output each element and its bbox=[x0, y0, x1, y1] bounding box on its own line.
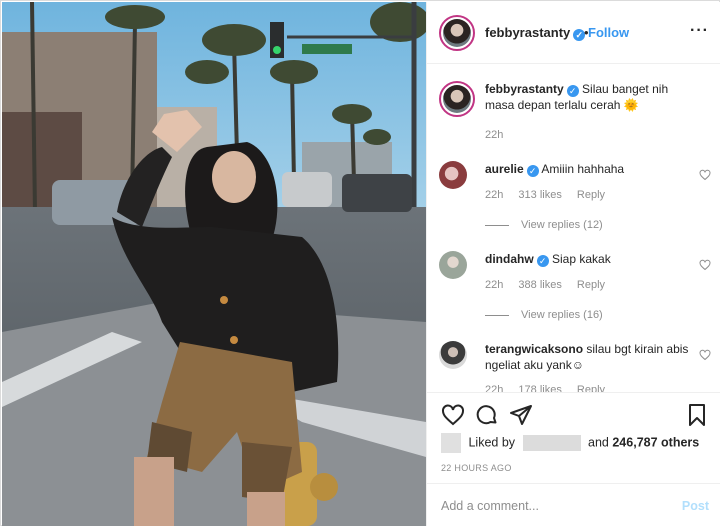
post-actions: Liked by and 246,787 others 22 HOURS AGO… bbox=[427, 392, 720, 526]
comment-item: dindahw ✓ Siap kakak 22h 388 likes Reply … bbox=[439, 251, 711, 331]
caption-username[interactable]: febbyrastanty bbox=[485, 82, 564, 96]
more-options-icon[interactable]: ··· bbox=[690, 22, 709, 40]
comment-body: Amiiin hahhaha bbox=[541, 162, 625, 176]
photo-illustration bbox=[2, 2, 426, 526]
verified-badge-icon: ✓ bbox=[536, 255, 549, 267]
author-avatar[interactable] bbox=[439, 15, 475, 51]
caption-time: 22h bbox=[485, 129, 504, 141]
verified-badge-icon: ✓ bbox=[526, 165, 539, 177]
liker-avatar-redacted bbox=[441, 433, 461, 453]
reply-button[interactable]: Reply bbox=[577, 189, 605, 201]
post-header: febbyrastanty ✓ • Follow ··· bbox=[427, 2, 720, 64]
post-modal: febbyrastanty ✓ • Follow ··· febbyrastant… bbox=[0, 0, 720, 526]
comment-meta: 22h 313 likes Reply bbox=[485, 189, 617, 201]
sun-emoji-icon: 🌞 bbox=[623, 98, 639, 112]
commenter-avatar[interactable] bbox=[439, 341, 467, 369]
post-side-panel: febbyrastanty ✓ • Follow ··· febbyrastant… bbox=[426, 2, 720, 526]
comment-time: 22h bbox=[485, 384, 504, 392]
caption-text: febbyrastanty ✓ Silau banget nih masa dep… bbox=[485, 81, 685, 113]
reply-button[interactable]: Reply bbox=[577, 279, 605, 291]
comment-heart-icon[interactable] bbox=[699, 259, 711, 271]
comment-meta: 22h 178 likes Reply bbox=[485, 384, 617, 392]
comment-text: dindahw ✓ Siap kakak bbox=[485, 251, 685, 267]
post-comment-button[interactable]: Post bbox=[682, 499, 709, 513]
comment-item: aurelie ✓ Amiiin hahhaha 22h 313 likes Re… bbox=[439, 161, 711, 241]
verified-badge-icon: ✓ bbox=[566, 85, 579, 97]
comment-icon[interactable] bbox=[475, 403, 499, 427]
follow-button[interactable]: Follow bbox=[588, 25, 629, 40]
commenter-username[interactable]: terangwicaksono bbox=[485, 342, 583, 356]
caption-avatar[interactable] bbox=[439, 81, 475, 117]
comment-likes[interactable]: 313 likes bbox=[518, 189, 561, 201]
comment-time: 22h bbox=[485, 279, 504, 291]
liker-name-redacted[interactable] bbox=[522, 435, 581, 451]
commenter-avatar[interactable] bbox=[439, 251, 467, 279]
comment-text: aurelie ✓ Amiiin hahhaha bbox=[485, 161, 685, 177]
commenter-username[interactable]: aurelie bbox=[485, 162, 524, 176]
comment-meta: 22h 388 likes Reply bbox=[485, 279, 617, 291]
view-replies-button[interactable]: View replies (12) bbox=[485, 219, 603, 231]
comment-likes[interactable]: 178 likes bbox=[518, 384, 561, 392]
liked-by-label: Liked by bbox=[468, 435, 516, 450]
share-icon[interactable] bbox=[509, 403, 533, 427]
author-username[interactable]: febbyrastanty ✓ bbox=[485, 25, 586, 41]
heart-icon[interactable] bbox=[441, 403, 465, 427]
comment-time: 22h bbox=[485, 189, 504, 201]
comment-body: Siap kakak bbox=[552, 252, 611, 266]
comment-heart-icon[interactable] bbox=[699, 169, 711, 181]
post-photo[interactable] bbox=[2, 2, 426, 526]
likes-count[interactable]: 246,787 others bbox=[612, 435, 699, 449]
commenter-avatar[interactable] bbox=[439, 161, 467, 189]
and-label: and bbox=[588, 435, 609, 450]
reply-button[interactable]: Reply bbox=[577, 384, 605, 392]
commenter-username[interactable]: dindahw bbox=[485, 252, 534, 266]
bookmark-icon[interactable] bbox=[685, 403, 709, 427]
add-comment-bar: Post bbox=[427, 483, 720, 526]
comment-likes[interactable]: 388 likes bbox=[518, 279, 561, 291]
comment-item: terangwicaksono silau bgt kirain abis ng… bbox=[439, 341, 711, 392]
comment-text: terangwicaksono silau bgt kirain abis ng… bbox=[485, 341, 690, 373]
post-time-ago: 22 HOURS AGO bbox=[441, 463, 512, 473]
comment-input[interactable] bbox=[441, 496, 661, 516]
view-replies-button[interactable]: View replies (16) bbox=[485, 309, 603, 321]
likes-summary: Liked by and 246,787 others bbox=[441, 433, 699, 453]
comment-heart-icon[interactable] bbox=[699, 349, 711, 361]
comments-list[interactable]: febbyrastanty ✓ Silau banget nih masa dep… bbox=[427, 65, 720, 392]
